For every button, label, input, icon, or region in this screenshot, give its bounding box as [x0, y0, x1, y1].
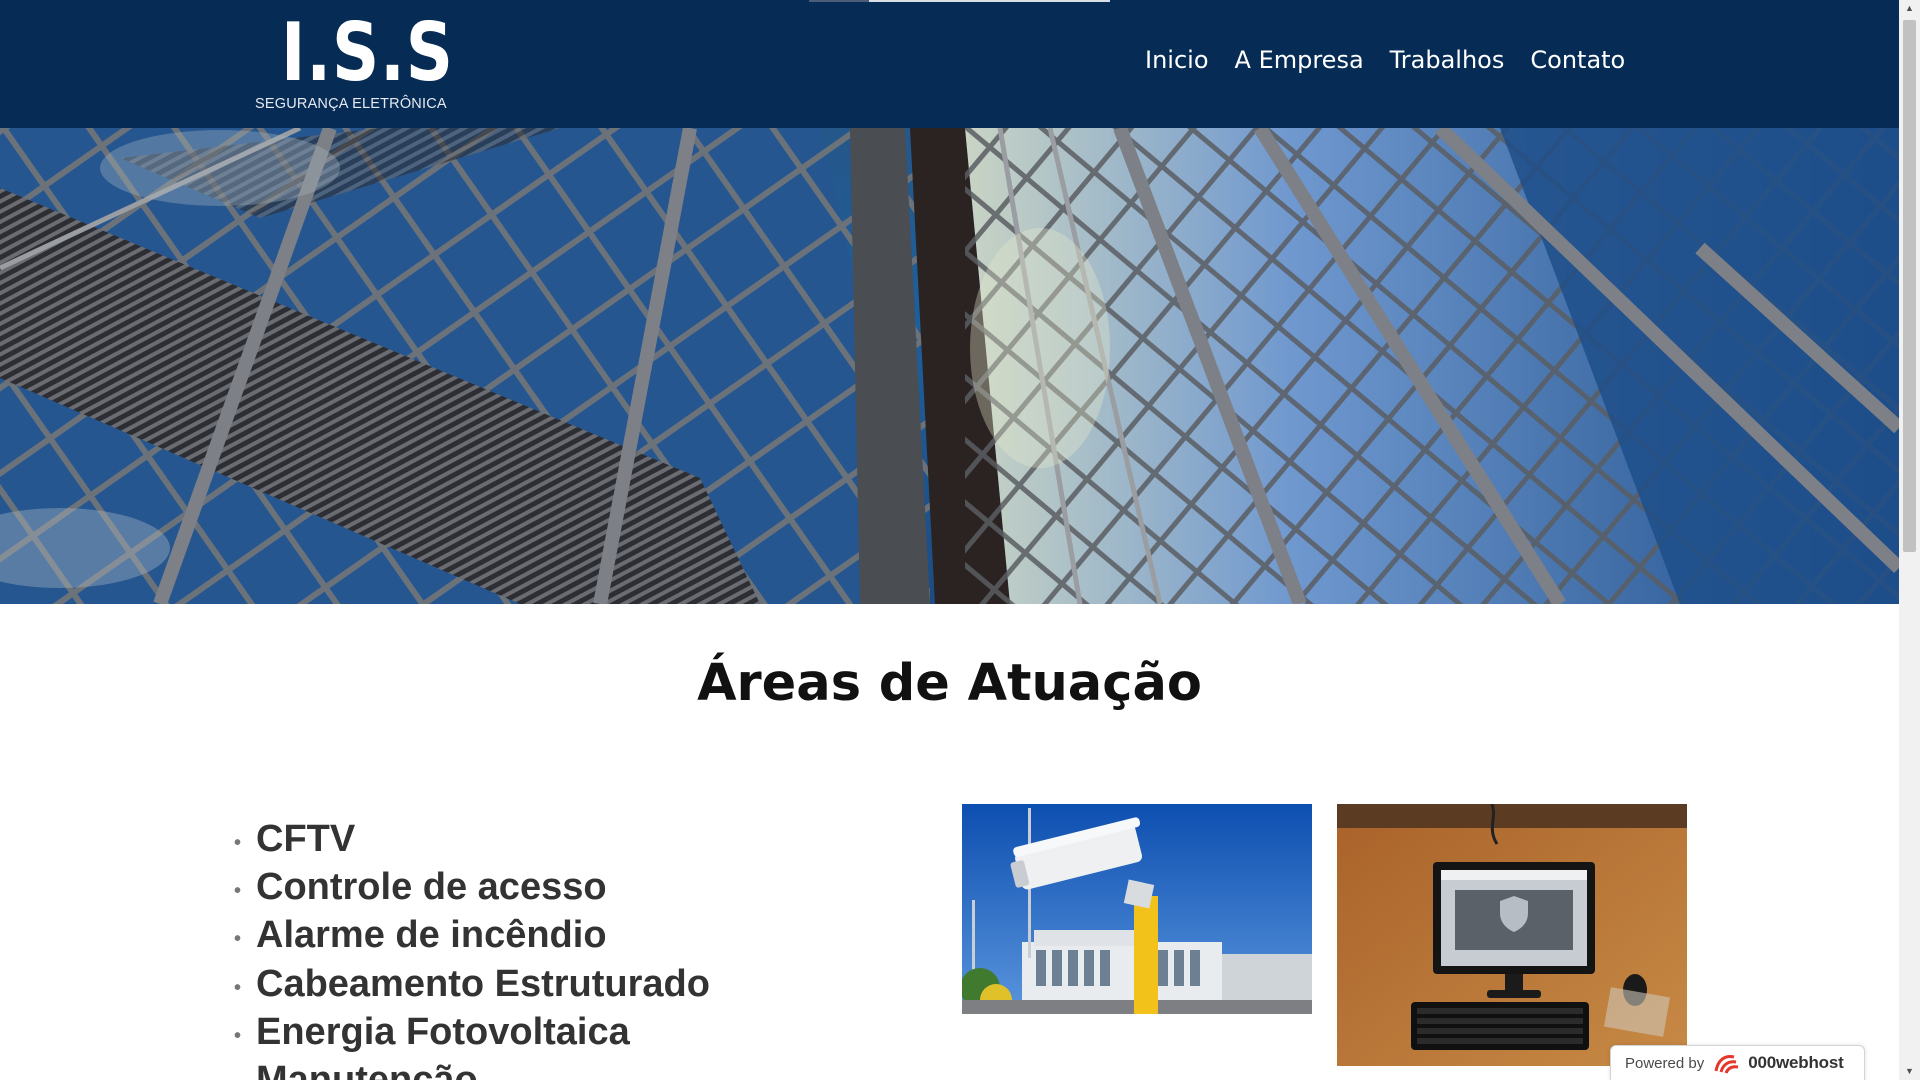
webhost-brand: 000webhost: [1748, 1053, 1844, 1072]
area-label: CFTV: [256, 818, 356, 860]
scrollbar-thumb[interactable]: [1903, 20, 1916, 552]
powered-by-badge[interactable]: Powered by 000webhost: [1610, 1045, 1865, 1080]
area-label: Energia Fotovoltaica: [256, 1010, 630, 1053]
nav-item-trabalhos[interactable]: Trabalhos: [1390, 46, 1505, 74]
top-progress-strip-light: [869, 0, 1110, 2]
list-item: • Alarme de incêndio: [234, 911, 710, 959]
area-label: Manutenção: [256, 1059, 478, 1080]
main-nav: Inicio A Empresa Trabalhos Contato: [1145, 46, 1625, 74]
area-label: Alarme de incêndio: [256, 914, 607, 957]
hero-building-image: [0, 128, 1899, 604]
list-item: • Energia Fotovoltaica: [234, 1008, 710, 1056]
nav-item-contato[interactable]: Contato: [1530, 46, 1625, 74]
site-logo[interactable]: I.S.S SEGURANÇA ELETRÔNICA: [253, 6, 453, 114]
nav-item-inicio[interactable]: Inicio: [1145, 46, 1209, 74]
logo-subtitle: SEGURANÇA ELETRÔNICA: [255, 96, 447, 112]
powered-by-label: Powered by: [1625, 1054, 1705, 1072]
top-progress-strip: [809, 0, 869, 2]
list-item: • Cabeamento Estruturado: [234, 960, 710, 1008]
list-item: • Manutenção: [234, 1056, 710, 1080]
bullet-icon: •: [234, 1056, 241, 1080]
cctv-camera-photo: [962, 804, 1312, 1014]
areas-list: • CFTV • Controle de acesso • Alarme de inc…: [234, 815, 710, 1080]
scroll-up-icon[interactable]: ▲: [1899, 0, 1920, 17]
list-item: • Controle de acesso: [234, 863, 710, 911]
area-label: Controle de acesso: [256, 866, 607, 909]
webhost-logo-icon: [1714, 1055, 1739, 1074]
logo-mark: I.S.S: [281, 6, 454, 99]
page-scrollbar[interactable]: ▲ ▼: [1899, 0, 1920, 1080]
site-header: I.S.S SEGURANÇA ELETRÔNICA Inicio A Empr…: [0, 0, 1899, 128]
nav-item-a-empresa[interactable]: A Empresa: [1235, 46, 1364, 74]
list-item: • CFTV: [234, 815, 710, 863]
area-label: Cabeamento Estruturado: [256, 962, 710, 1005]
scroll-down-icon[interactable]: ▼: [1899, 1063, 1920, 1080]
section-title: Áreas de Atuação: [697, 654, 1202, 713]
access-control-pc-photo: [1337, 804, 1687, 1066]
